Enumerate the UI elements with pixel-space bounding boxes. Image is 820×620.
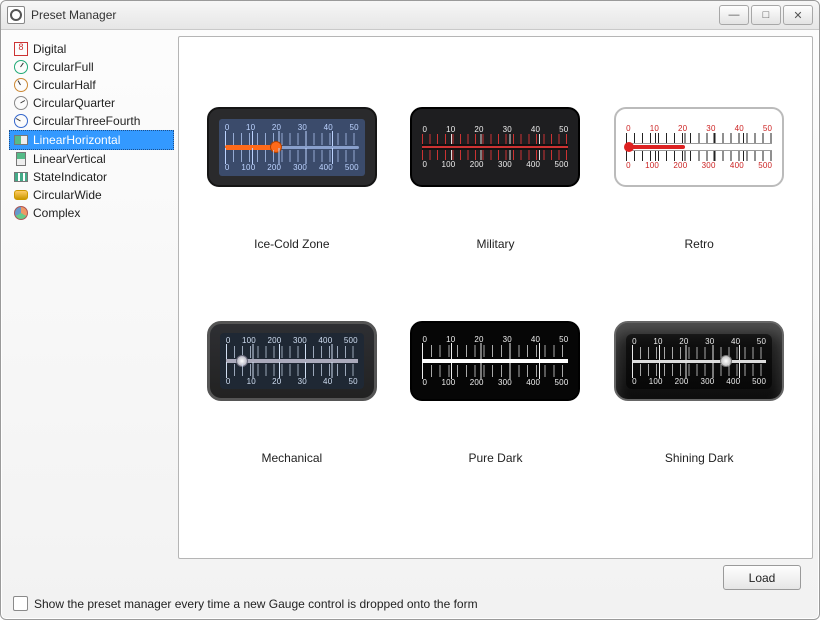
close-icon: ✕ [793,9,802,22]
tree-item-circularwide[interactable]: CircularWide [9,186,174,204]
maximize-button[interactable]: □ [751,5,781,25]
preset-item[interactable]: 01020304050 0100200300400500 [195,107,389,251]
gauge-preview-mechanical: 0100200300400500 01020304050 [207,321,377,401]
tree-label: CircularThreeFourth [33,114,140,128]
preset-item[interactable]: 0100200300400500 01020304050 Mechanical [195,321,389,465]
category-tree[interactable]: 8 Digital CircularFull CircularHalf Circ… [7,36,178,559]
app-icon [7,6,25,24]
preset-preview-pane[interactable]: 01020304050 0100200300400500 [178,36,813,559]
ticks-icon [422,345,568,357]
load-button-label: Load [749,571,776,585]
tree-item-circularquarter[interactable]: CircularQuarter [9,94,174,112]
complex-icon [13,206,29,220]
preset-caption: Ice-Cold Zone [254,237,329,251]
tree-item-linearvertical[interactable]: LinearVertical [9,150,174,168]
tree-item-complex[interactable]: Complex [9,204,174,222]
ticks-icon [626,133,772,143]
tree-label: Digital [33,42,66,56]
circular-threefourth-icon [13,114,29,128]
main-split: 8 Digital CircularFull CircularHalf Circ… [7,36,813,559]
scale-bottom: 0100200300400500 [422,160,568,169]
ticks-icon [632,364,766,376]
tree-label: Complex [33,206,80,220]
tree-item-digital[interactable]: 8 Digital [9,40,174,58]
minimize-icon: — [729,9,740,21]
preset-caption: Pure Dark [468,451,522,465]
state-indicator-icon [13,170,29,184]
ticks-icon [226,364,358,376]
tree-label: CircularQuarter [33,96,115,110]
tree-item-circularfull[interactable]: CircularFull [9,58,174,76]
scale-bottom: 0100200300400500 [225,163,359,172]
preset-grid: 01020304050 0100200300400500 [179,37,812,475]
preset-item[interactable]: 01020304050 0100200300400500 Retro [602,107,796,251]
preset-caption: Mechanical [261,451,322,465]
scale-top: 01020304050 [422,125,568,134]
scale-top: 01020304050 [626,124,772,133]
tree-label: LinearVertical [33,152,106,166]
linear-horizontal-icon [13,133,29,147]
footer: Load Show the preset manager every time … [7,559,813,613]
circular-wide-icon [13,188,29,202]
tree-label: StateIndicator [33,170,107,184]
circular-half-icon [13,78,29,92]
ticks-icon [422,150,568,160]
checkbox-label: Show the preset manager every time a new… [34,597,478,611]
tree-item-stateindicator[interactable]: StateIndicator [9,168,174,186]
tree-item-circularhalf[interactable]: CircularHalf [9,76,174,94]
tree-item-linearhorizontal[interactable]: LinearHorizontal [9,130,174,150]
tree-label: LinearHorizontal [33,133,120,147]
gauge-preview-military: 01020304050 0100200300400500 [410,107,580,187]
gauge-preview-retro: 01020304050 0100200300400500 [614,107,784,187]
scale-bottom: 01020304050 [226,377,358,386]
show-on-drop-checkbox[interactable]: Show the preset manager every time a new… [11,596,809,611]
tree-label: CircularFull [33,60,94,74]
preset-manager-window: Preset Manager — □ ✕ 8 Digital CircularF… [0,0,820,620]
preset-item[interactable]: 01020304050 0100200300400500 Military [399,107,593,251]
load-button[interactable]: Load [723,565,801,590]
preset-caption: Shining Dark [665,451,734,465]
preset-item[interactable]: 01020304050 0100200300400500 Shining Dar [602,321,796,465]
gauge-bar [422,144,568,150]
gauge-preview-pure-dark: 01020304050 0100200300400500 [410,321,580,401]
minimize-button[interactable]: — [719,5,749,25]
preset-item[interactable]: 01020304050 0100200300400500 Pure Dark [399,321,593,465]
ticks-icon [225,150,359,162]
tree-label: CircularHalf [33,78,96,92]
circular-quarter-icon [13,96,29,110]
gauge-bar [626,143,772,151]
checkbox-icon [13,596,28,611]
gauge-preview-ice-cold: 01020304050 0100200300400500 [207,107,377,187]
ticks-icon [225,133,359,145]
digital-icon: 8 [13,42,29,56]
scale-bottom: 0100200300400500 [632,377,766,386]
tree-item-circularthreefourth[interactable]: CircularThreeFourth [9,112,174,130]
ticks-icon [422,134,568,144]
scale-bottom: 0100200300400500 [626,161,772,170]
ticks-icon [626,151,772,161]
maximize-icon: □ [763,9,770,21]
preset-caption: Retro [684,237,713,251]
tree-label: CircularWide [33,188,102,202]
close-button[interactable]: ✕ [783,5,813,25]
client-area: 8 Digital CircularFull CircularHalf Circ… [1,30,819,619]
linear-vertical-icon [13,152,29,166]
gauge-preview-shining-dark: 01020304050 0100200300400500 [614,321,784,401]
preset-caption: Military [476,237,514,251]
circular-full-icon [13,60,29,74]
window-title: Preset Manager [31,8,116,22]
titlebar: Preset Manager — □ ✕ [1,1,819,30]
scale-bottom: 0100200300400500 [422,378,568,387]
ticks-icon [422,365,568,377]
ticks-icon [632,347,766,359]
